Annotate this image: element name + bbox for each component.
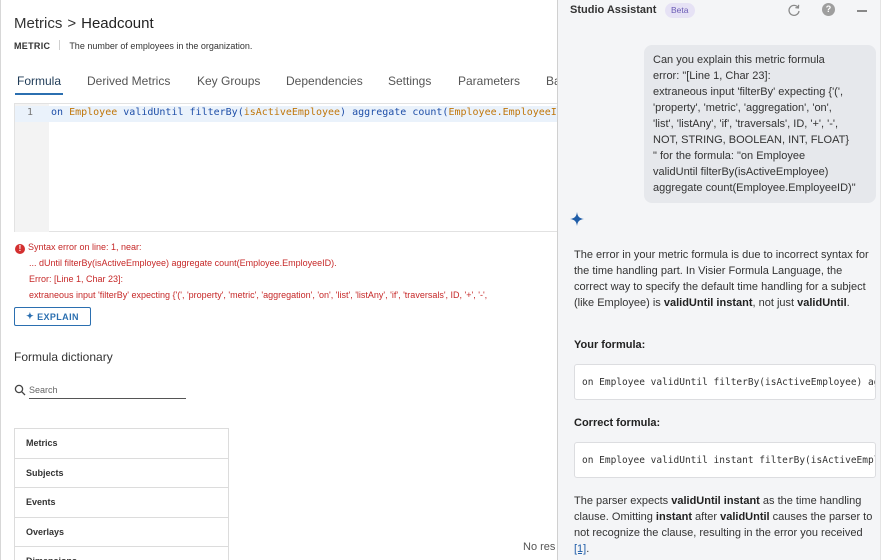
- correct-formula-code: on Employee validUntil instant filterBy(…: [582, 455, 875, 466]
- assistant-reply-paragraph-2: The parser expects validUntil instant as…: [574, 493, 878, 557]
- breadcrumb-metrics-link[interactable]: Metrics: [14, 15, 62, 32]
- code-token: filterBy(: [189, 107, 244, 118]
- metric-type-tag: METRIC: [14, 41, 51, 51]
- search-icon: [14, 384, 26, 396]
- reply-text-bold: validUntil instant: [671, 495, 760, 507]
- citation-link[interactable]: [1]: [574, 543, 586, 555]
- dictionary-item-metrics[interactable]: Metrics: [15, 429, 228, 459]
- user-message-bubble: Can you explain this metric formula erro…: [644, 45, 876, 203]
- tab-key-groups[interactable]: Key Groups: [197, 74, 260, 88]
- your-formula-code-block[interactable]: on Employee validUntil filterBy(isActive…: [574, 364, 876, 400]
- help-icon[interactable]: ?: [822, 3, 835, 16]
- assistant-header: Studio Assistant Beta ?: [558, 0, 885, 22]
- your-formula-heading: Your formula:: [574, 339, 646, 351]
- dictionary-item-dimensions[interactable]: Dimensions: [15, 547, 228, 560]
- metric-description: The number of employees in the organizat…: [69, 41, 253, 51]
- formula-editor[interactable]: 1 on Employee validUntil filterBy(isActi…: [14, 103, 558, 232]
- tab-formula[interactable]: Formula: [17, 74, 61, 88]
- reply-text: The parser expects: [574, 495, 672, 507]
- user-message-line: 'list', 'listAny', 'if', 'traversals', I…: [653, 118, 839, 130]
- dictionary-search-input[interactable]: [29, 381, 186, 399]
- user-message-line: " for the formula: "on Employee: [653, 150, 806, 162]
- metric-editor-pane: Metrics > Headcount METRIC The number of em…: [0, 0, 558, 560]
- beta-badge: Beta: [665, 3, 695, 18]
- formula-dictionary-title: Formula dictionary: [14, 350, 113, 364]
- assistant-scrollbar[interactable]: [880, 0, 885, 560]
- no-results-text: No res: [523, 541, 556, 553]
- tab-dependencies[interactable]: Dependencies: [286, 74, 363, 88]
- assistant-reply-paragraph-1: The error in your metric formula is due …: [574, 247, 878, 311]
- active-tab-indicator: [15, 93, 63, 95]
- your-formula-code: on Employee validUntil filterBy(isActive…: [582, 377, 875, 388]
- correct-formula-code-block[interactable]: on Employee validUntil instant filterBy(…: [574, 442, 876, 478]
- reply-text: .: [586, 543, 590, 555]
- error-line-3: Error: [Line 1, Char 23]:: [29, 274, 124, 284]
- tab-derived-metrics[interactable]: Derived Metrics: [87, 74, 170, 88]
- code-token: on: [51, 107, 64, 118]
- user-message-line: extraneous input 'filterBy' expecting {'…: [653, 86, 844, 98]
- editor-gutter: [15, 104, 49, 232]
- code-token: validUntil: [123, 107, 184, 118]
- code-token: count(: [412, 107, 449, 118]
- reply-text-bold: validUntil instant: [663, 297, 753, 309]
- dictionary-category-list: Metrics Subjects Events Overlays Dimensi…: [14, 428, 229, 560]
- line-number: 1: [27, 107, 34, 118]
- breadcrumb: Metrics > Headcount: [14, 15, 154, 32]
- code-token: Employee.EmployeeID: [448, 107, 558, 118]
- reply-text: after: [691, 511, 721, 523]
- dictionary-item-overlays[interactable]: Overlays: [15, 518, 228, 547]
- user-message-line: aggregate count(Employee.EmployeeID)": [653, 182, 856, 194]
- error-line-4: extraneous input 'filterBy' expecting {'…: [29, 290, 488, 300]
- reply-text-bold: validUntil: [797, 297, 847, 309]
- dictionary-item-subjects[interactable]: Subjects: [15, 459, 228, 488]
- code-token: aggregate: [352, 107, 407, 118]
- metric-info-row: METRIC The number of employees in the org…: [14, 40, 252, 51]
- explain-button[interactable]: ✦ EXPLAIN: [14, 307, 91, 326]
- tab-parameters[interactable]: Parameters: [458, 74, 520, 88]
- dictionary-item-events[interactable]: Events: [15, 488, 228, 518]
- reply-text-bold: validUntil: [720, 511, 770, 523]
- reply-text-bold: instant: [655, 511, 692, 523]
- formula-code-line[interactable]: on Employee validUntil filterBy(isActive…: [51, 107, 558, 118]
- breadcrumb-separator: >: [67, 15, 77, 32]
- code-token: isActiveEmployee: [243, 107, 341, 118]
- assistant-sparkle-icon: [570, 212, 584, 226]
- metric-divider: [59, 40, 61, 50]
- page-title: Headcount: [81, 15, 154, 32]
- tab-bar: Formula Derived Metrics Key Groups Depen…: [1, 68, 558, 96]
- user-message-line: 'property', 'metric', 'aggregation', 'on…: [653, 102, 832, 114]
- studio-assistant-panel: Studio Assistant Beta ? Can you explain …: [557, 0, 885, 560]
- error-line-2: ... dUntil filterBy(isActiveEmployee) ag…: [29, 258, 337, 268]
- reply-text: .: [846, 297, 850, 309]
- user-message-line: NOT, STRING, BOOLEAN, INT, FLOAT}: [653, 134, 849, 146]
- code-token: ): [340, 107, 347, 118]
- assistant-title: Studio Assistant: [570, 4, 657, 16]
- user-message-line: validUntil filterBy(isActiveEmployee): [653, 166, 829, 178]
- correct-formula-heading: Correct formula:: [574, 417, 661, 429]
- minimize-icon[interactable]: [857, 10, 867, 12]
- error-heading: ! Syntax error on line: 1, near:: [15, 239, 487, 255]
- error-icon: !: [15, 244, 25, 254]
- user-message-line: error: "[Line 1, Char 23]:: [653, 70, 771, 82]
- code-token: Employee: [69, 107, 118, 118]
- user-message-line: Can you explain this metric formula: [653, 54, 825, 66]
- error-line-1: Syntax error on line: 1, near:: [28, 242, 142, 252]
- refresh-icon[interactable]: [787, 3, 801, 17]
- syntax-error-panel: ! Syntax error on line: 1, near: ... dUnt…: [15, 239, 487, 303]
- tab-settings[interactable]: Settings: [388, 74, 431, 88]
- reply-text: , not just: [752, 297, 798, 309]
- explain-button-label: EXPLAIN: [37, 311, 79, 322]
- sparkle-icon: ✦: [26, 311, 35, 321]
